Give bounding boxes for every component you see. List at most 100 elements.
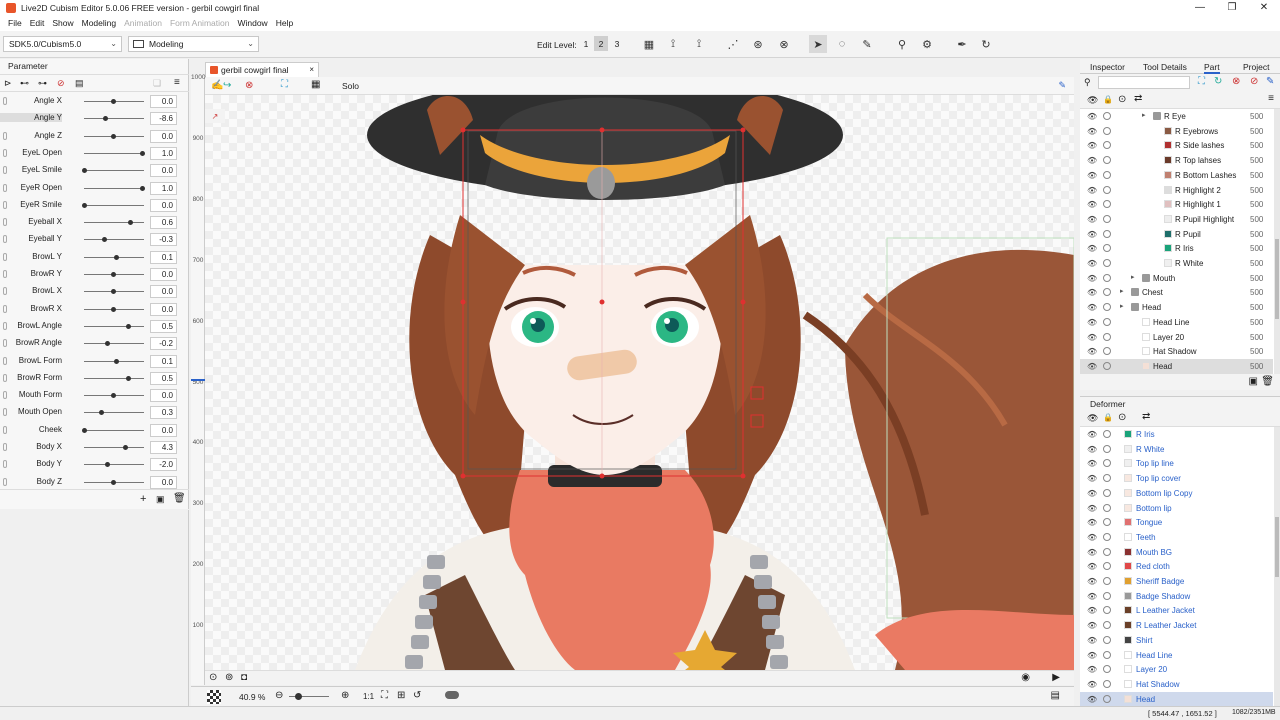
lock-toggle-icon[interactable] — [1103, 606, 1111, 615]
part-row[interactable]: 👁 Hat Shadow 500 — [1080, 344, 1273, 359]
parameter-value[interactable]: 0.1 — [150, 250, 177, 264]
parameter-slider[interactable] — [84, 341, 144, 347]
visibility-eye-icon[interactable]: 👁 — [1087, 318, 1097, 327]
parameter-slider[interactable] — [82, 168, 144, 174]
lock-toggle-icon[interactable] — [1103, 591, 1111, 600]
slider-knob[interactable] — [122, 445, 128, 450]
zoom-in-icon[interactable]: ⊕ — [341, 690, 349, 701]
slider-knob[interactable] — [111, 133, 116, 139]
visibility-eye-icon[interactable]: 👁 — [1087, 215, 1097, 224]
play-circle-icon[interactable]: ⊳ — [4, 78, 12, 89]
fit-screen-icon[interactable]: ⛶ — [381, 690, 388, 701]
visibility-eye-icon[interactable]: 👁 — [1087, 156, 1097, 165]
parameter-value[interactable]: 0.1 — [150, 354, 177, 368]
highlight-icon[interactable]: ⊘ — [1250, 76, 1258, 87]
visibility-eye-icon[interactable]: 👁 — [1087, 230, 1097, 239]
parameter-value[interactable]: 0.6 — [150, 216, 177, 230]
deformer-scrollbar[interactable] — [1274, 427, 1280, 706]
close-window-button[interactable]: ✕ — [1248, 0, 1280, 15]
trash-icon[interactable]: 🗑 — [1261, 376, 1274, 387]
parameter-row[interactable]: BrowL Angle 0.5 — [0, 318, 189, 335]
deformer-row[interactable]: 👁 Shirt — [1080, 633, 1273, 648]
new-part-icon[interactable]: ▣ — [1249, 376, 1258, 387]
zoom-slider-handle[interactable] — [295, 693, 302, 700]
lock-toggle-icon[interactable] — [1103, 430, 1111, 438]
lock-toggle-icon[interactable] — [1103, 532, 1111, 541]
parameter-value[interactable]: 0.0 — [150, 129, 177, 143]
deformer-row[interactable]: 👁 R Iris — [1080, 427, 1273, 442]
parameter-row[interactable]: BrowR X 0.0 — [0, 301, 189, 318]
expand-arrow-icon[interactable]: ▸ — [1142, 111, 1146, 119]
parameter-row[interactable]: Cheek 0.0 — [0, 422, 189, 439]
parameter-row[interactable]: Body Y -2.0 — [0, 456, 189, 473]
lock-toggle-icon[interactable] — [1103, 562, 1111, 571]
lock-toggle-icon[interactable] — [1103, 694, 1111, 703]
lock-icon[interactable]: 🔒 — [1103, 413, 1113, 422]
menu-show[interactable]: Show — [48, 18, 77, 28]
parameter-value[interactable]: 0.5 — [150, 319, 177, 333]
menu-icon[interactable]: ≡ — [1268, 93, 1274, 104]
part-row[interactable]: 👁 R Bottom Lashes 500 — [1080, 168, 1273, 183]
slider-knob[interactable] — [111, 306, 116, 312]
lock-toggle-icon[interactable] — [1103, 317, 1111, 326]
expand-arrow-icon[interactable]: ▸ — [1120, 302, 1124, 310]
copy-icon[interactable]: ❏ — [153, 78, 161, 89]
eye-icon[interactable]: 👁 — [1087, 95, 1098, 106]
visibility-eye-icon[interactable]: 👁 — [1087, 680, 1097, 689]
slider-knob[interactable] — [128, 220, 134, 226]
slider-knob[interactable] — [125, 375, 131, 381]
slider-knob[interactable] — [111, 272, 116, 277]
visibility-eye-icon[interactable]: 👁 — [1087, 592, 1097, 601]
slider-knob[interactable] — [113, 358, 119, 364]
menu-icon[interactable]: ≡ — [174, 77, 180, 88]
visibility-eye-icon[interactable]: 👁 — [1087, 562, 1097, 571]
solo-button[interactable]: Solo — [342, 81, 359, 91]
lock-toggle-icon[interactable] — [1103, 474, 1111, 483]
part-row[interactable]: 👁 R Iris 500 — [1080, 241, 1273, 256]
visibility-eye-icon[interactable]: 👁 — [1087, 186, 1097, 195]
arrow-select-tool-icon[interactable]: ➤ — [809, 35, 827, 53]
expand-arrow-icon[interactable]: ▸ — [1120, 287, 1124, 295]
rotate-view-icon[interactable]: ↺ — [413, 690, 421, 701]
texture-atlas-icon[interactable]: ▦ — [640, 35, 658, 53]
menu-animation[interactable]: Animation — [120, 18, 166, 28]
parameter-value[interactable]: 0.0 — [150, 423, 177, 437]
tab-project[interactable]: Project — [1243, 62, 1269, 72]
lock-toggle-icon[interactable] — [1103, 112, 1111, 120]
lock-icon[interactable]: 🔒 — [1103, 95, 1113, 104]
edit-level-2[interactable]: 2 — [594, 36, 608, 51]
visibility-eye-icon[interactable]: 👁 — [1087, 288, 1097, 297]
lock-toggle-icon[interactable] — [1103, 665, 1111, 674]
part-row[interactable]: 👁 Head Line 500 — [1080, 315, 1273, 330]
brush-select-icon[interactable]: ✎ — [858, 35, 876, 53]
deformer-row[interactable]: 👁 Tongue — [1080, 515, 1273, 530]
camera-settings-icon[interactable]: ⊚ — [225, 672, 233, 683]
deformer-row[interactable]: 👁 R White — [1080, 442, 1273, 457]
deformer-row[interactable]: 👁 Top lip cover — [1080, 471, 1273, 486]
parameter-slider[interactable] — [84, 116, 144, 122]
lasso-tool-icon[interactable]: ◌ — [833, 35, 851, 53]
deformer-row[interactable]: 👁 Head — [1080, 691, 1273, 707]
lock-toggle-icon[interactable] — [1103, 679, 1111, 688]
swap-icon[interactable]: ⇄ — [1142, 411, 1150, 422]
minimize-button[interactable]: — — [1184, 0, 1216, 15]
grid-icon[interactable]: ▦ — [311, 79, 320, 90]
visibility-eye-icon[interactable]: 👁 — [1087, 651, 1097, 660]
part-row[interactable]: 👁 R Pupil Highlight 500 — [1080, 212, 1273, 227]
link-param-icon[interactable]: ⊷ — [20, 78, 29, 89]
slider-knob[interactable] — [105, 341, 111, 347]
mode-select[interactable]: Modeling ⌄ — [128, 36, 259, 52]
visibility-eye-icon[interactable]: 👁 — [1087, 548, 1097, 557]
lock-toggle-icon[interactable] — [1103, 650, 1111, 659]
parameter-slider[interactable] — [84, 99, 144, 104]
slider-knob[interactable] — [125, 323, 131, 329]
menu-form-animation[interactable]: Form Animation — [166, 18, 234, 28]
lock-toggle-icon[interactable] — [1103, 621, 1111, 630]
lock-toggle-icon[interactable] — [1103, 444, 1111, 453]
pen-icon[interactable]: ✎ — [1266, 76, 1274, 87]
pen-hand-icon[interactable]: ✍ — [211, 80, 223, 91]
visibility-eye-icon[interactable]: 👁 — [1087, 636, 1097, 645]
visibility-eye-icon[interactable]: 👁 — [1087, 459, 1097, 468]
deformer-row[interactable]: 👁 Top lip line — [1080, 456, 1273, 471]
parameter-value[interactable]: 1.0 — [150, 181, 177, 195]
